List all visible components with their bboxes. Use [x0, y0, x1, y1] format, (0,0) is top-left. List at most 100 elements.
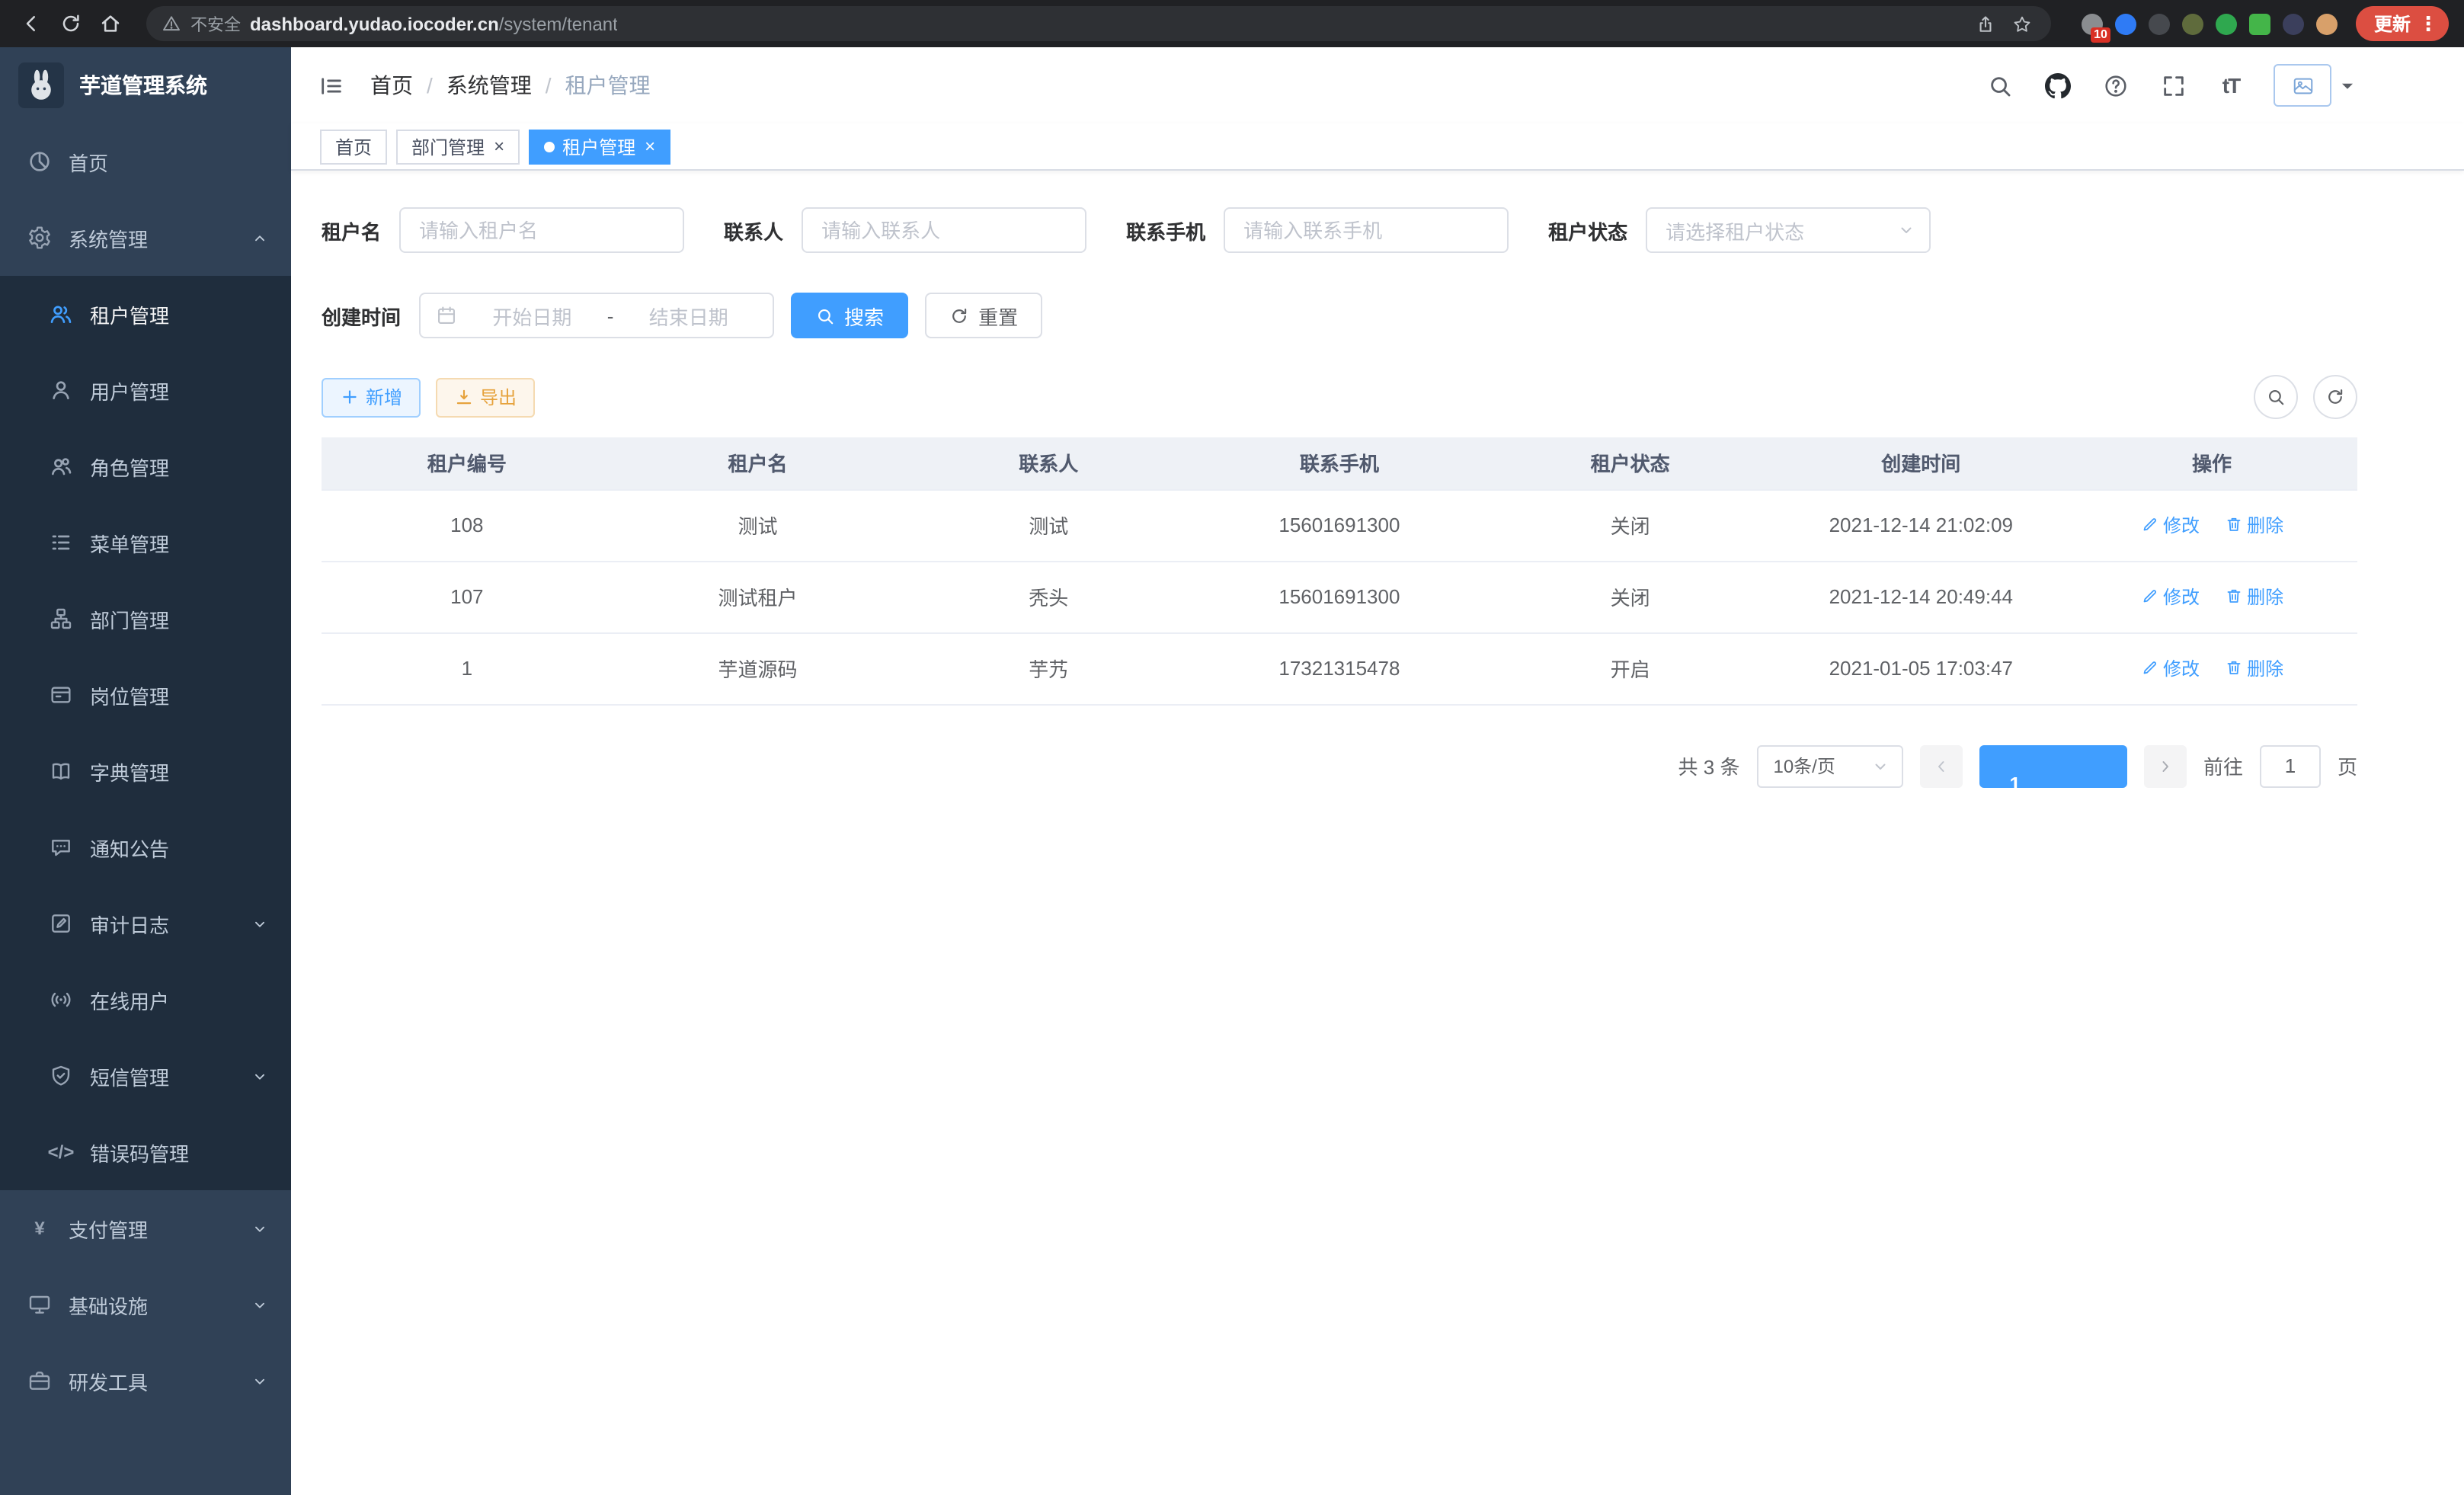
sidebar-item-post-management[interactable]: 岗位管理	[0, 657, 291, 733]
sidebar-item-label: 字典管理	[90, 757, 169, 786]
toggle-search-button[interactable]	[2254, 375, 2298, 419]
extension-icon-2[interactable]	[2115, 13, 2136, 34]
cell-status: 关闭	[1485, 561, 1776, 632]
tab-tenant-management[interactable]: 租户管理×	[529, 129, 670, 164]
action-label: 修改	[2163, 584, 2200, 610]
url-path: /system/tenant	[499, 13, 618, 34]
contact-input[interactable]	[802, 207, 1086, 253]
sidebar-item-system-management[interactable]: 系统管理	[0, 200, 291, 276]
delete-button[interactable]: 删除	[2224, 655, 2283, 681]
breadcrumb-item[interactable]: 首页	[370, 70, 413, 101]
prev-page-button[interactable]	[1919, 744, 1962, 787]
refresh-table-button[interactable]	[2313, 375, 2357, 419]
header-search-icon[interactable]	[1984, 70, 2014, 101]
delete-button[interactable]: 删除	[2224, 584, 2283, 610]
edit-button[interactable]: 修改	[2140, 584, 2200, 610]
table-row: 108测试测试15601691300关闭2021-12-14 21:02:09修…	[322, 489, 2357, 561]
edit-button[interactable]: 修改	[2140, 655, 2200, 681]
phone-input[interactable]	[1224, 207, 1509, 253]
chevron-right-icon	[2156, 757, 2174, 775]
filter-label-tenant-name: 租户名	[322, 216, 381, 245]
tab-home[interactable]: 首页	[320, 129, 387, 164]
github-icon[interactable]	[2042, 70, 2072, 101]
tab-dept-management[interactable]: 部门管理×	[396, 129, 520, 164]
reload-icon[interactable]	[55, 8, 85, 39]
sidebar-item-dev-tools[interactable]: 研发工具	[0, 1343, 291, 1419]
page-number-button[interactable]: 1	[1979, 744, 2126, 787]
sidebar-item-role-management[interactable]: 角色管理	[0, 428, 291, 504]
back-icon[interactable]	[15, 8, 46, 39]
browser-menu-icon[interactable]: ⋮	[2418, 14, 2438, 34]
sidebar-item-label: 租户管理	[90, 299, 169, 328]
security-warning-icon	[162, 14, 181, 34]
sidebar-item-error-code-management[interactable]: </>错误码管理	[0, 1114, 291, 1190]
date-range-picker[interactable]: 开始日期 - 结束日期	[419, 293, 774, 338]
next-page-button[interactable]	[2144, 744, 2187, 787]
extension-icon-5[interactable]	[2216, 13, 2237, 34]
goto-page-input[interactable]	[2260, 744, 2321, 787]
export-button[interactable]: 导出	[436, 377, 535, 417]
edit-button[interactable]: 修改	[2140, 512, 2200, 538]
avatar-caret-icon[interactable]	[2338, 70, 2357, 101]
sidebar-item-payment-management[interactable]: ¥支付管理	[0, 1190, 291, 1266]
cell-actions: 修改删除	[2066, 632, 2357, 704]
tenant-name-input[interactable]	[399, 207, 684, 253]
sidebar-item-dept-management[interactable]: 部门管理	[0, 581, 291, 657]
sidebar-item-home[interactable]: 首页	[0, 123, 291, 200]
sidebar-item-menu-management[interactable]: 菜单管理	[0, 504, 291, 581]
home-icon[interactable]	[94, 8, 125, 39]
search-button[interactable]: 搜索	[791, 293, 908, 338]
add-button[interactable]: 新增	[322, 377, 421, 417]
close-icon[interactable]: ×	[494, 137, 504, 155]
reset-button[interactable]: 重置	[925, 293, 1042, 338]
extension-icon-3[interactable]	[2149, 13, 2170, 34]
url-text: dashboard.yudao.iocoder.cn/system/tenant	[250, 13, 618, 34]
menu-list-icon	[49, 530, 73, 555]
bookmark-star-icon[interactable]	[2008, 10, 2036, 37]
tabs-bar: 首页部门管理× 租户管理×	[291, 123, 2464, 171]
sidebar-item-dict-management[interactable]: 字典管理	[0, 733, 291, 809]
sidebar-item-tenant-management[interactable]: 租户管理	[0, 276, 291, 352]
update-button[interactable]: 更新 ⋮	[2356, 6, 2449, 41]
badge-icon	[49, 683, 73, 707]
tenant-status-select[interactable]: 请选择租户状态	[1646, 207, 1931, 253]
plus-icon	[340, 387, 360, 407]
extension-icon-7[interactable]	[2283, 13, 2304, 34]
extension-icon-6[interactable]	[2249, 13, 2270, 34]
share-icon[interactable]	[1972, 10, 1999, 37]
breadcrumb-item: 租户管理	[565, 70, 651, 101]
sidebar-item-notice-announcement[interactable]: 通知公告	[0, 809, 291, 885]
sidebar-toggle-icon[interactable]	[315, 70, 346, 101]
extension-icon-8[interactable]	[2316, 13, 2338, 34]
extension-icon-4[interactable]	[2182, 13, 2203, 34]
sidebar-item-audit-log[interactable]: 审计日志	[0, 885, 291, 962]
action-label: 删除	[2247, 584, 2283, 610]
sidebar-item-label: 基础设施	[69, 1290, 148, 1319]
page-size-select[interactable]: 10条/页	[1756, 744, 1902, 787]
extension-icon-1[interactable]: 10	[2082, 13, 2103, 34]
chevron-down-icon	[251, 1220, 268, 1237]
sidebar-item-user-management[interactable]: 用户管理	[0, 352, 291, 428]
action-label: 修改	[2163, 655, 2200, 681]
gear-icon	[27, 226, 52, 250]
sidebar-item-infrastructure[interactable]: 基础设施	[0, 1266, 291, 1343]
delete-button[interactable]: 删除	[2224, 512, 2283, 538]
sidebar-item-label: 研发工具	[69, 1366, 148, 1395]
column-header: 租户编号	[322, 437, 613, 489]
filter-label-create-time: 创建时间	[322, 301, 401, 330]
cell-create_time: 2021-12-14 20:49:44	[1775, 561, 2066, 632]
avatar[interactable]	[2274, 64, 2331, 107]
page-content: 租户名 联系人 联系手机 租户状态 请选择租户状态	[291, 171, 2464, 787]
cell-phone: 15601691300	[1194, 561, 1485, 632]
sidebar-item-sms-management[interactable]: 短信管理	[0, 1038, 291, 1114]
export-button-label: 导出	[480, 384, 517, 410]
breadcrumb-item[interactable]: 系统管理	[446, 70, 532, 101]
help-icon[interactable]	[2100, 70, 2130, 101]
font-size-icon[interactable]: tT	[2216, 70, 2246, 101]
tab-label: 首页	[335, 133, 372, 159]
address-bar[interactable]: 不安全 dashboard.yudao.iocoder.cn/system/te…	[146, 6, 2051, 41]
action-label: 删除	[2247, 512, 2283, 538]
sidebar-item-online-users[interactable]: 在线用户	[0, 962, 291, 1038]
fullscreen-icon[interactable]	[2158, 70, 2188, 101]
close-icon[interactable]: ×	[645, 137, 655, 155]
